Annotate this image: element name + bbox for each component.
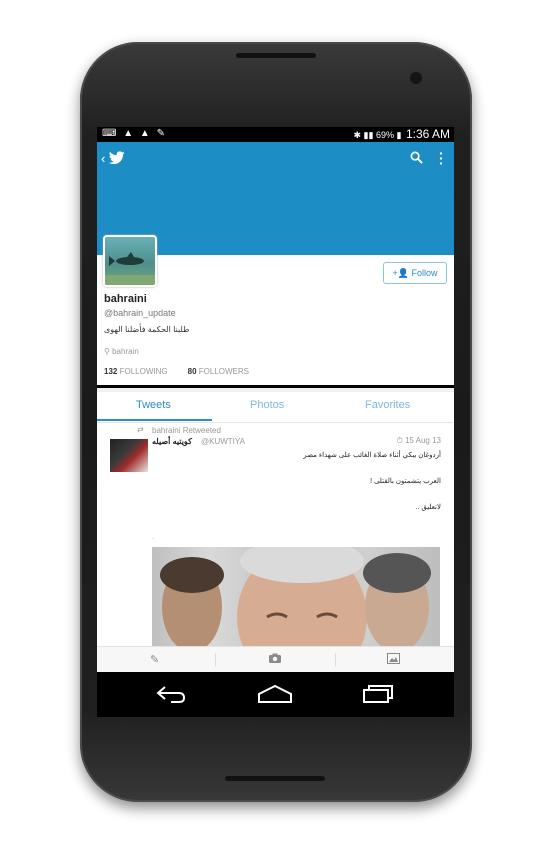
tweet-text-line: العرب يتشمتون بالقتلى ! [370,478,441,485]
clock: 1:36 AM [405,127,450,141]
tab-favorites[interactable]: Favorites [365,399,410,411]
chevron-left-icon[interactable]: ‹ [101,151,105,166]
device-screen: ⌨ ▲ ▲ ✎ ✱ ▮▮ 69% ▮ 1:36 AM ‹ · · · +👤 Fo… [97,127,454,717]
earpiece-speaker [236,53,316,58]
retweet-label: bahraini Retweeted [152,426,221,435]
profile-handle[interactable]: @bahrain_update [104,308,176,318]
following-label: FOLLOWING [119,367,168,376]
status-bar: ⌨ ▲ ▲ ✎ ✱ ▮▮ 69% ▮ 1:36 AM [97,127,454,142]
tweet-dot: . [152,534,154,541]
divider [215,653,216,666]
clock-icon: ⏱ [396,436,403,445]
following-count: 132 [104,367,118,376]
location-pin-icon: ⚲ [104,347,110,356]
profile-name: bahraini [104,293,147,305]
compose-bar: ✎ [97,646,454,673]
retweet-icon: ⇄ [137,425,144,434]
twitter-bird-icon[interactable] [109,151,125,165]
tab-photos[interactable]: Photos [250,399,284,411]
tab-tweets[interactable]: Tweets [136,399,171,411]
back-icon[interactable] [155,684,187,704]
profile-avatar[interactable] [103,235,157,287]
tweet-author-handle[interactable]: @KUWTIYA [201,437,245,446]
followers-count: 80 [187,367,197,376]
image-icon[interactable] [387,653,400,667]
fish-icon [105,252,155,285]
signal-icon: ▮▮ [363,130,374,140]
tweet-author-avatar[interactable] [110,439,148,472]
android-nav-bar [97,672,454,717]
profile-stats: 132 FOLLOWING 80 FOLLOWERS [104,367,249,376]
tweet-feed: ⇄ bahraini Retweeted كويتيه أصيله @KUWTI… [97,423,454,647]
tweet-time: ⏱ 15 Aug 13 [396,436,441,446]
profile-bio: طلبنا الحكمة فأضلنا الهوى [104,325,190,334]
active-tab-indicator [97,419,212,421]
search-icon[interactable] [410,151,423,164]
status-right: ✱ ▮▮ 69% ▮ 1:36 AM [353,127,450,141]
home-icon[interactable] [257,684,293,704]
followers-stat[interactable]: 80 FOLLOWERS [188,367,249,376]
location-text: bahrain [112,347,139,356]
divider [335,653,336,666]
bluetooth-icon: ✱ [353,130,362,140]
tweet-photo[interactable] [152,547,440,647]
profile-location: ⚲ bahrain [104,347,139,356]
notification-icons: ⌨ ▲ ▲ ✎ [102,128,167,139]
tweet-photo-image [160,547,431,647]
tweet-text-line: لاتعليق .. [415,504,441,511]
battery-percent: 69% [375,130,394,140]
follow-button[interactable]: +👤 Follow [383,262,447,284]
front-camera [410,72,422,84]
recent-apps-icon[interactable] [362,684,394,704]
tweet-time-text: 15 Aug 13 [404,436,441,445]
tweet-author-name[interactable]: كويتيه أصيله [152,437,192,446]
profile-tabs: Tweets Photos Favorites [97,388,454,423]
followers-label: FOLLOWERS [198,367,249,376]
add-user-icon: +👤 [392,268,409,278]
following-stat[interactable]: 132 FOLLOWING [104,367,168,376]
tweet-text-line: أردوغان يبكي أثناء صلاة الغائب على شهداء… [303,452,441,459]
more-vertical-icon[interactable]: · · · [439,146,444,170]
bottom-speaker [225,776,325,781]
camera-icon[interactable] [268,653,282,667]
compose-icon[interactable]: ✎ [150,653,159,666]
follow-label: Follow [411,268,438,278]
battery-icon: ▮ [396,130,402,140]
